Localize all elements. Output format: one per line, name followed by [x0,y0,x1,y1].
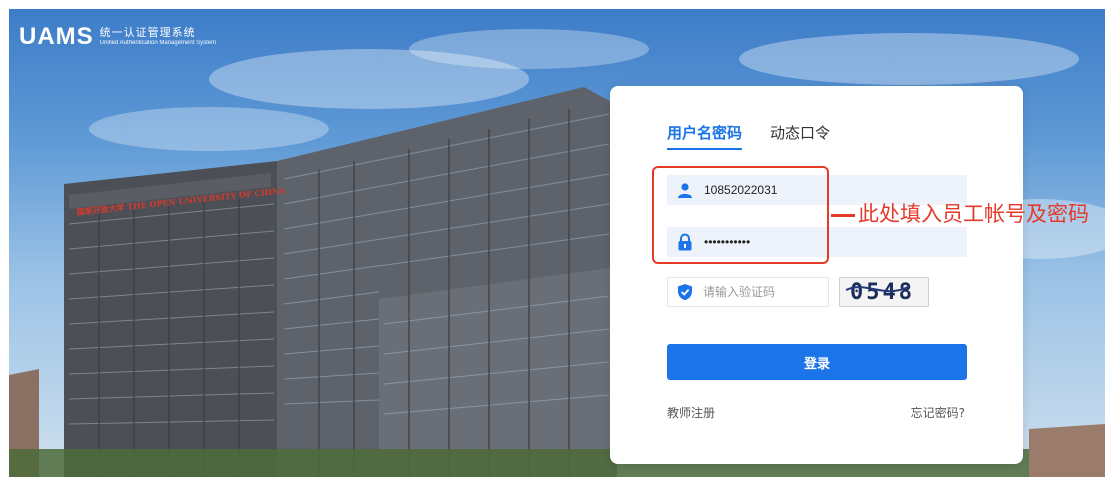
login-button[interactable]: 登录 [667,344,967,380]
brand-title: 统一认证管理系统 Unified Authentication Manageme… [100,27,216,47]
captcha-input[interactable] [703,285,853,299]
annotation-connector [831,214,855,217]
annotation-text: 此处填入员工帐号及密码 [858,202,1089,226]
captcha-noise-line [845,285,911,293]
tab-dynamic-token[interactable]: 动态口令 [770,122,830,144]
teacher-register-link[interactable]: 教师注册 [667,404,715,421]
brand-logo: UAMS 统一认证管理系统 Unified Authentication Man… [19,25,216,49]
login-tabs: 用户名密码 动态口令 [667,122,830,150]
forgot-password-link[interactable]: 忘记密码? [911,404,965,421]
tab-username-password[interactable]: 用户名密码 [667,122,743,150]
login-page: 国家开放大学 THE OPEN UNIVERSITY OF CHINA UAMS… [0,0,1105,477]
login-card: 用户名密码 动态口令 0548 登录 教师注册 忘记密码 [610,86,1023,464]
brand-title-cn: 统一认证管理系统 [99,26,196,39]
annotation-highlight-box [652,166,829,264]
captcha-field [667,277,853,307]
brand-title-en: Unified Authentication Management System [99,40,217,46]
brand-mark: UAMS [19,23,94,50]
captcha-image[interactable]: 0548 [839,277,929,307]
shield-check-icon [677,283,693,301]
